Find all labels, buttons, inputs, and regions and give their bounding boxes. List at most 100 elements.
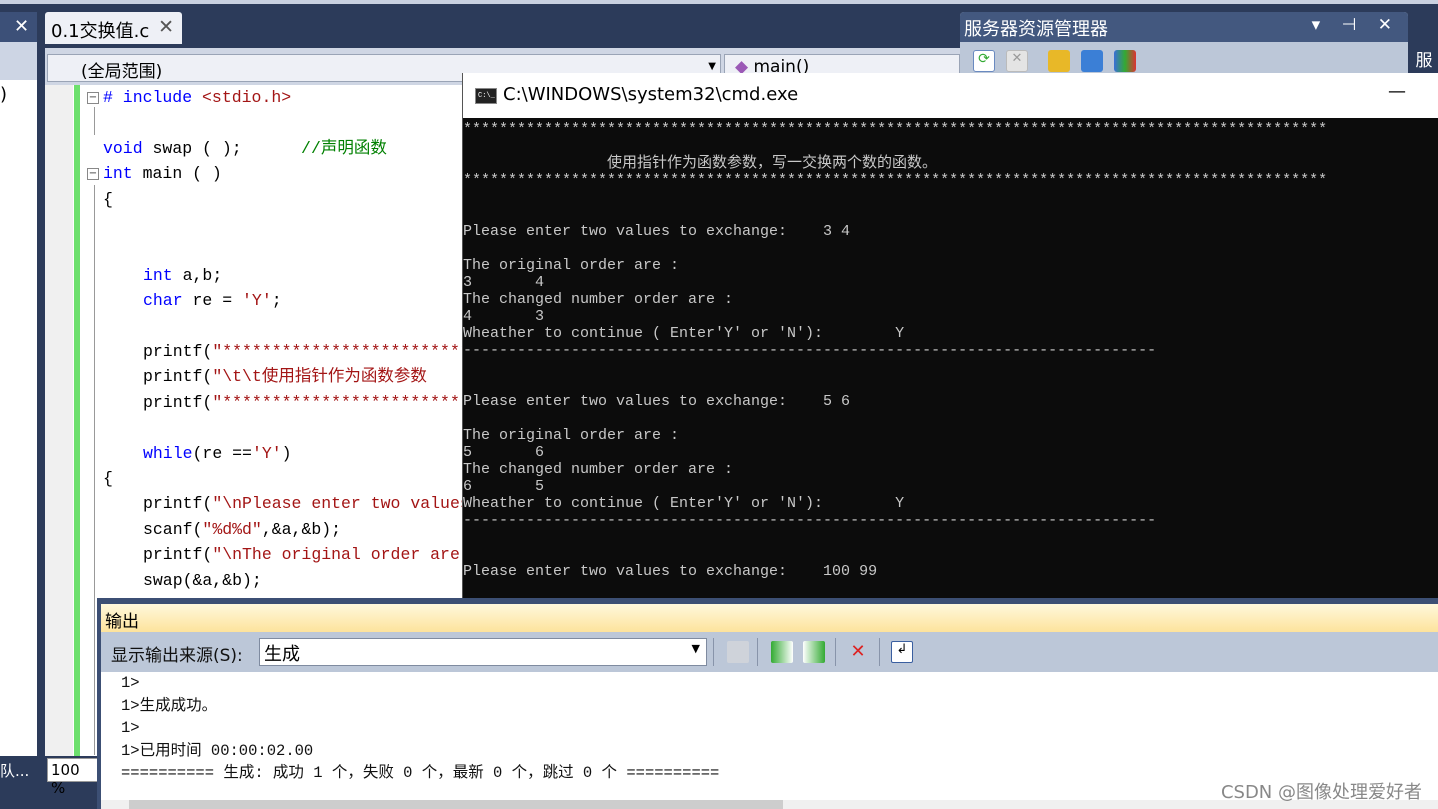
go-to-location-icon[interactable]: [727, 641, 749, 663]
editor-gutter: [45, 85, 73, 756]
fold-toggle-icon[interactable]: −: [87, 92, 99, 104]
toolbar-separator: [757, 638, 758, 666]
toolbar-separator: [879, 638, 880, 666]
output-line: 1>: [121, 674, 140, 692]
code-token: void: [103, 138, 143, 158]
output-source-value: 生成: [264, 644, 300, 665]
cmd-window[interactable]: C:\_ C:\WINDOWS\system32\cmd.exe — *****…: [462, 73, 1438, 631]
panel-title: 服务器资源管理器: [964, 19, 1108, 40]
output-source-label: 显示输出来源(S):: [111, 646, 243, 666]
left-panel-status: 队...: [0, 762, 30, 780]
code-token: printf(: [143, 494, 213, 514]
code-line: printf("\nThe original order are: [143, 542, 460, 567]
console-line: 4 3: [463, 308, 545, 325]
connect-server-icon[interactable]: [1081, 50, 1103, 72]
code-line: swap(&a,&b);: [143, 568, 262, 593]
toolbar-separator: [713, 638, 714, 666]
fold-line: [94, 107, 95, 135]
left-panel-close-icon[interactable]: ✕: [14, 16, 29, 37]
clear-all-icon[interactable]: ✕: [847, 641, 869, 663]
word-wrap-icon[interactable]: ↲: [891, 641, 913, 663]
side-tab-server-explorer[interactable]: 服务: [1410, 12, 1438, 96]
console-line: Please enter two values to exchange: 100…: [463, 563, 878, 580]
watermark: CSDN @图像处理爱好者: [1220, 782, 1422, 803]
output-toolbar: 显示输出来源(S): 生成 ▼ ✕ ↲: [101, 632, 1438, 672]
tab-editor-file[interactable]: 0.1交换值.c ✕: [45, 12, 182, 44]
console-line: The changed number order are :: [463, 461, 734, 478]
code-line: printf("***************************: [143, 339, 490, 364]
next-message-icon[interactable]: [803, 641, 825, 663]
change-indicator-bar: [74, 85, 80, 756]
cmd-titlebar[interactable]: C:\_ C:\WINDOWS\system32\cmd.exe —: [463, 73, 1438, 118]
code-token: (re ==: [192, 443, 252, 463]
code-token: int: [143, 265, 173, 285]
code-line: while(re =='Y'): [143, 441, 292, 466]
console-line: ----------------------------------------…: [463, 342, 1157, 359]
console-line: ----------------------------------------…: [463, 512, 1157, 529]
console-line: 6 5: [463, 478, 545, 495]
output-line: 1>生成成功。: [121, 696, 218, 715]
code-token: printf(: [143, 367, 213, 387]
console-line: 使用指针作为函数参数，写一交换两个数的函数。: [463, 155, 938, 172]
code-token: {: [103, 189, 113, 209]
code-token: "***************************: [212, 392, 490, 412]
code-token: "***************************: [212, 342, 490, 361]
left-panel-tab[interactable]: ✕: [0, 12, 37, 42]
console-line: The original order are :: [463, 257, 680, 274]
code-token: 'Y': [242, 291, 272, 311]
minimize-button[interactable]: —: [1388, 81, 1406, 102]
zoom-level[interactable]: 100 %: [47, 758, 99, 797]
console-line: Wheather to continue ( Enter'Y' or 'N'):…: [463, 325, 905, 342]
console-line: Please enter two values to exchange: 3 4: [463, 223, 851, 240]
code-line: # include <stdio.h>: [103, 85, 291, 110]
output-line: ========== 生成: 成功 1 个，失败 0 个，最新 0 个，跳过 0…: [121, 764, 720, 782]
code-token: printf(: [143, 545, 213, 565]
output-line: 1>: [121, 719, 140, 737]
server-explorer-titlebar: 服务器资源管理器 ▾ ⊣ ✕: [960, 12, 1408, 42]
code-token: swap ( );: [142, 138, 302, 158]
code-token: ): [281, 443, 292, 463]
top-strip: [0, 0, 1438, 4]
code-line: scanf("%d%d",&a,&b);: [143, 517, 341, 542]
console-line: Wheather to continue ( Enter'Y' or 'N'):…: [463, 495, 905, 512]
code-line: int main ( ): [103, 161, 222, 186]
connect-database-icon[interactable]: [1048, 50, 1070, 72]
code-token: main ( ): [132, 164, 222, 184]
tab-close-icon[interactable]: ✕: [158, 16, 174, 38]
code-token: int: [103, 164, 133, 184]
console-line: ****************************************…: [463, 172, 1328, 189]
previous-message-icon[interactable]: [771, 641, 793, 663]
console-output: ****************************************…: [463, 121, 1327, 631]
console-line: The changed number order are :: [463, 291, 734, 308]
scope-value: (全局范围): [81, 62, 163, 82]
code-token: <stdio.h>: [202, 88, 292, 107]
output-line: 1>已用时间 00:00:02.00: [121, 741, 314, 760]
code-line: int a,b;: [143, 263, 222, 288]
left-panel-text: ): [0, 84, 8, 105]
code-token: # include: [103, 88, 203, 107]
output-titlebar: 输出: [101, 604, 1438, 632]
code-line: {: [103, 466, 113, 491]
fold-toggle-icon[interactable]: −: [87, 168, 99, 180]
code-token: a,b;: [172, 265, 223, 285]
code-token: char: [143, 291, 183, 311]
connect-sharepoint-icon[interactable]: [1114, 50, 1136, 72]
panel-controls[interactable]: ▾ ⊣ ✕: [1312, 15, 1400, 35]
output-source-dropdown[interactable]: 生成 ▼: [259, 638, 707, 666]
toolbar-separator: [835, 638, 836, 666]
scrollbar-thumb[interactable]: [129, 800, 783, 809]
chevron-down-icon: ▼: [691, 642, 700, 655]
code-token: "%d%d": [202, 519, 262, 539]
refresh-icon[interactable]: ⟳: [973, 50, 995, 72]
output-text: 1> 1>生成成功。 1> 1>已用时间 00:00:02.00 ========== …: [121, 672, 719, 785]
tab-label: 0.1交换值.c: [51, 21, 150, 42]
console-line: The original order are :: [463, 427, 680, 444]
delete-icon[interactable]: ✕: [1006, 50, 1028, 72]
code-token: while: [143, 443, 193, 463]
